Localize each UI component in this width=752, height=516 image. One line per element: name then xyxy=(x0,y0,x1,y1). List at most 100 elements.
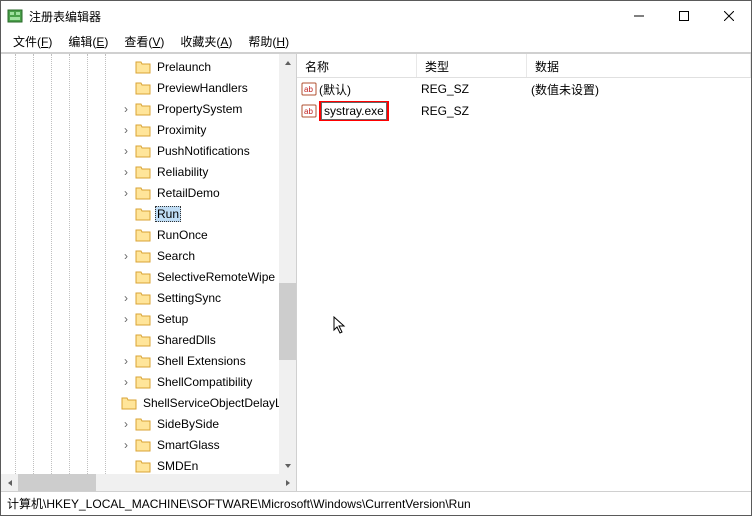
col-data[interactable]: 数据 xyxy=(527,54,751,77)
minimize-button[interactable] xyxy=(616,1,661,31)
scroll-track[interactable] xyxy=(279,71,296,457)
scroll-down-icon[interactable] xyxy=(279,457,296,474)
tree-item-label: ShellCompatibility xyxy=(155,375,254,389)
tree-item-label: SelectiveRemoteWipe xyxy=(155,270,277,284)
folder-icon xyxy=(135,207,151,221)
tree-item-label: Shell Extensions xyxy=(155,354,248,368)
expand-icon[interactable]: › xyxy=(119,165,133,179)
expand-icon[interactable]: › xyxy=(119,312,133,326)
menu-view[interactable]: 查看(V) xyxy=(116,31,172,53)
tree-pane: PrelaunchPreviewHandlers›PropertySystem›… xyxy=(1,54,297,491)
tree-item[interactable]: › Reliability xyxy=(1,161,279,182)
tree-item[interactable]: › RetailDemo xyxy=(1,182,279,203)
expand-icon[interactable]: › xyxy=(119,375,133,389)
folder-icon xyxy=(135,249,151,263)
tree-item-label: ShellServiceObjectDelayLoad xyxy=(141,396,279,410)
tree-item[interactable]: › PushNotifications xyxy=(1,140,279,161)
tree-item[interactable]: ›SideBySide xyxy=(1,413,279,434)
expand-icon[interactable]: › xyxy=(119,123,133,137)
rename-input[interactable]: systray.exe xyxy=(321,102,387,120)
tree-item-label: SmartGlass xyxy=(155,438,222,452)
folder-icon xyxy=(135,417,151,431)
tree-item-label: Proximity xyxy=(155,123,208,137)
rename-edit-highlight: systray.exe xyxy=(319,101,389,121)
tree-hscroll[interactable] xyxy=(1,474,296,491)
folder-icon xyxy=(135,81,151,95)
folder-icon xyxy=(135,270,151,284)
tree-item[interactable]: › ShellCompatibility xyxy=(1,371,279,392)
list-pane: 名称 类型 数据 ab(默认)REG_SZ(数值未设置)absystray.ex… xyxy=(297,54,751,491)
scroll-track[interactable] xyxy=(18,474,279,491)
tree-item[interactable]: SMDEn xyxy=(1,455,279,474)
expand-icon[interactable]: › xyxy=(119,417,133,431)
tree-item[interactable]: RunOnce xyxy=(1,224,279,245)
tree-item[interactable]: SelectiveRemoteWipe xyxy=(1,266,279,287)
tree-item[interactable]: › SmartGlass xyxy=(1,434,279,455)
col-type[interactable]: 类型 xyxy=(417,54,527,77)
scroll-thumb[interactable] xyxy=(18,474,96,491)
svg-text:ab: ab xyxy=(304,107,313,116)
reg-string-icon: ab xyxy=(301,103,317,119)
tree-item[interactable]: Prelaunch xyxy=(1,56,279,77)
reg-string-icon: ab xyxy=(301,81,317,97)
list-row[interactable]: ab(默认)REG_SZ(数值未设置) xyxy=(297,78,751,100)
folder-icon xyxy=(135,312,151,326)
tree-item[interactable]: Run xyxy=(1,203,279,224)
folder-icon xyxy=(135,60,151,74)
list-view[interactable]: ab(默认)REG_SZ(数值未设置)absystray.exeREG_SZ xyxy=(297,78,751,491)
scroll-right-icon[interactable] xyxy=(279,474,296,491)
tree-item-label: RunOnce xyxy=(155,228,210,242)
expand-icon[interactable]: › xyxy=(119,438,133,452)
scroll-left-icon[interactable] xyxy=(1,474,18,491)
folder-icon xyxy=(135,459,151,473)
tree-vscroll[interactable] xyxy=(279,54,296,474)
tree-item-label: RetailDemo xyxy=(155,186,222,200)
col-name[interactable]: 名称 xyxy=(297,54,417,77)
tree-item[interactable]: ›PropertySystem xyxy=(1,98,279,119)
tree-item[interactable]: › SettingSync xyxy=(1,287,279,308)
tree-item[interactable]: ShellServiceObjectDelayLoad xyxy=(1,392,279,413)
regedit-icon xyxy=(7,8,23,24)
tree-item[interactable]: › Proximity xyxy=(1,119,279,140)
list-row[interactable]: ab systray.exe REG_SZ xyxy=(297,100,751,122)
tree-item-label: Prelaunch xyxy=(155,60,213,74)
content: PrelaunchPreviewHandlers›PropertySystem›… xyxy=(1,53,751,491)
expand-icon[interactable]: › xyxy=(119,102,133,116)
maximize-button[interactable] xyxy=(661,1,706,31)
tree-item-label: SettingSync xyxy=(155,291,223,305)
tree-item-label: Search xyxy=(155,249,197,263)
folder-icon xyxy=(135,354,151,368)
menu-favorites[interactable]: 收藏夹(A) xyxy=(172,31,240,53)
menu-file[interactable]: 文件(F) xyxy=(5,31,60,53)
value-type: REG_SZ xyxy=(421,104,469,118)
menu-help[interactable]: 帮助(H) xyxy=(240,31,297,53)
scroll-up-icon[interactable] xyxy=(279,54,296,71)
folder-icon xyxy=(135,123,151,137)
titlebar[interactable]: 注册表编辑器 xyxy=(1,1,751,31)
tree-item-label: SharedDlls xyxy=(155,333,218,347)
folder-icon xyxy=(135,228,151,242)
tree-item[interactable]: › Shell Extensions xyxy=(1,350,279,371)
tree-item-label: Reliability xyxy=(155,165,210,179)
folder-icon xyxy=(135,165,151,179)
expand-icon[interactable]: › xyxy=(119,186,133,200)
svg-text:ab: ab xyxy=(304,85,313,94)
close-button[interactable] xyxy=(706,1,751,31)
expand-icon[interactable]: › xyxy=(119,354,133,368)
tree-item[interactable]: ›Setup xyxy=(1,308,279,329)
tree-item[interactable]: PreviewHandlers xyxy=(1,77,279,98)
scroll-thumb[interactable] xyxy=(279,283,296,360)
tree-item-label: PushNotifications xyxy=(155,144,252,158)
expand-icon[interactable]: › xyxy=(119,249,133,263)
status-path: 计算机\HKEY_LOCAL_MACHINE\SOFTWARE\Microsof… xyxy=(7,495,471,512)
statusbar: 计算机\HKEY_LOCAL_MACHINE\SOFTWARE\Microsof… xyxy=(1,491,751,515)
window-title: 注册表编辑器 xyxy=(29,8,616,25)
folder-icon xyxy=(135,102,151,116)
folder-icon xyxy=(135,144,151,158)
expand-icon[interactable]: › xyxy=(119,291,133,305)
tree-item[interactable]: SharedDlls xyxy=(1,329,279,350)
tree-item[interactable]: › Search xyxy=(1,245,279,266)
menu-edit[interactable]: 编辑(E) xyxy=(60,31,116,53)
tree-view[interactable]: PrelaunchPreviewHandlers›PropertySystem›… xyxy=(1,54,279,474)
expand-icon[interactable]: › xyxy=(119,144,133,158)
